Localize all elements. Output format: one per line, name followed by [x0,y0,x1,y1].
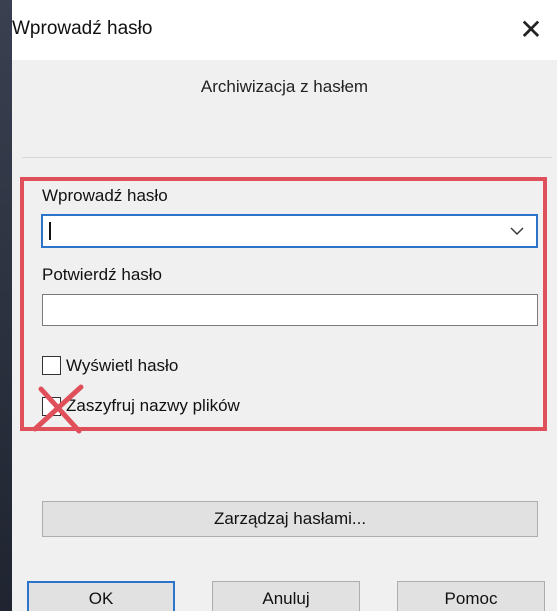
close-icon[interactable]: ✕ [511,10,551,50]
password-dialog: Wprowadź hasło ✕ Archiwizacja z hasłem W… [0,0,557,611]
desktop-background-edge [0,0,12,611]
confirm-password-label: Potwierdź hasło [42,265,163,284]
cancel-button[interactable]: Anuluj [212,581,360,611]
window-title: Wprowadź hasło [12,18,153,39]
show-password-checkbox[interactable] [42,356,61,375]
confirm-password-input[interactable] [42,294,538,326]
manage-passwords-button[interactable]: Zarządzaj hasłami... [42,501,538,537]
help-button[interactable]: Pomoc [397,581,545,611]
encrypt-filenames-label: Zaszyfruj nazwy plików [66,396,240,415]
text-caret [49,222,51,240]
show-password-label: Wyświetl hasło [66,356,179,375]
separator-line [22,157,552,158]
password-combobox[interactable] [41,214,538,248]
chevron-down-icon[interactable] [508,220,526,242]
ok-button[interactable]: OK [27,581,175,611]
password-label: Wprowadź hasło [42,186,168,205]
red-cross-mark-icon [32,384,84,434]
title-bar[interactable]: Wprowadź hasło ✕ [12,0,557,60]
dialog-subtitle: Archiwizacja z hasłem [200,77,369,96]
